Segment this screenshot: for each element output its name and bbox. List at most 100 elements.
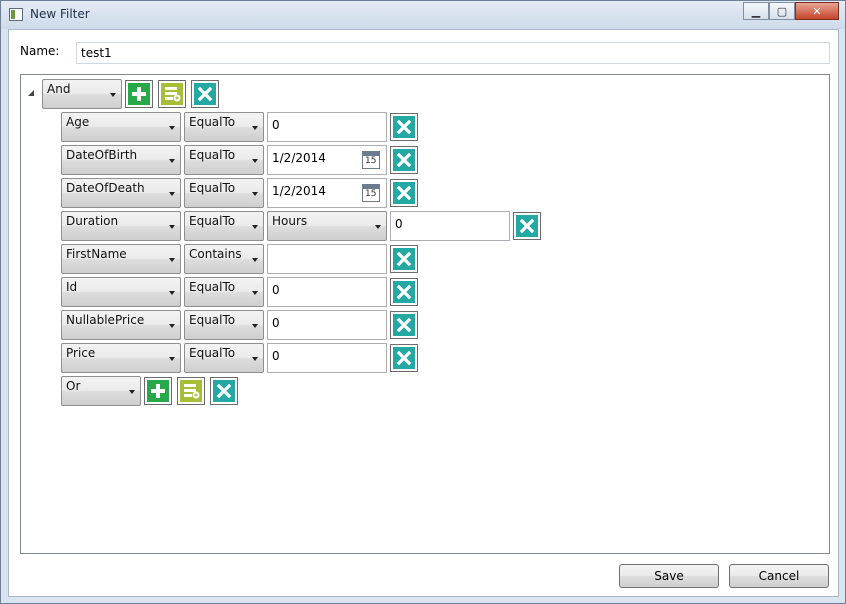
chevron-down-icon: [252, 258, 258, 262]
chevron-down-icon: [169, 258, 175, 262]
remove-condition-button[interactable]: [390, 245, 418, 273]
condition-field-select[interactable]: Id: [61, 277, 181, 307]
chevron-down-icon: [375, 225, 381, 229]
chevron-down-icon: [169, 291, 175, 295]
close-icon: [396, 185, 412, 201]
maximize-icon: ▢: [776, 4, 788, 18]
minimize-button[interactable]: ▁: [743, 2, 769, 20]
calendar-day-text: 15: [365, 156, 377, 166]
plus-icon: [132, 87, 146, 101]
condition-field-select[interactable]: Price: [61, 343, 181, 373]
condition-operator-select[interactable]: EqualTo: [184, 343, 264, 373]
condition-operator-select[interactable]: EqualTo: [184, 211, 264, 241]
date-picker-input[interactable]: 1/2/2014 15: [267, 145, 387, 175]
condition-operator-select[interactable]: EqualTo: [184, 112, 264, 142]
name-label: Name:: [20, 44, 60, 58]
save-button[interactable]: Save: [619, 564, 719, 588]
condition-value-input[interactable]: [267, 244, 387, 274]
chevron-down-icon: [169, 225, 175, 229]
close-icon: [396, 152, 412, 168]
name-input[interactable]: [76, 42, 830, 64]
add-condition-button[interactable]: [125, 80, 153, 108]
window-app-icon: [9, 8, 23, 21]
caption-buttons: ▁ ▢ ✕: [743, 2, 839, 20]
close-icon: [519, 218, 535, 234]
remove-condition-button[interactable]: [390, 311, 418, 339]
close-icon: [396, 119, 412, 135]
condition-operator-select[interactable]: Contains: [184, 244, 264, 274]
remove-condition-button[interactable]: [390, 113, 418, 141]
add-group-button[interactable]: [177, 377, 205, 405]
condition-field-select[interactable]: Age: [61, 112, 181, 142]
condition-operator-select[interactable]: EqualTo: [184, 277, 264, 307]
condition-operator-value: EqualTo: [189, 115, 236, 129]
dialog-content: Name: And: [8, 29, 839, 597]
condition-value-input[interactable]: 0: [390, 211, 510, 241]
chevron-down-icon: [169, 126, 175, 130]
remove-condition-button[interactable]: [513, 212, 541, 240]
collapse-triangle-icon[interactable]: [27, 89, 35, 97]
close-icon: [396, 350, 412, 366]
condition-field-value: DateOfBirth: [66, 148, 138, 162]
chevron-down-icon: [110, 93, 116, 97]
condition-field-select[interactable]: Duration: [61, 211, 181, 241]
condition-operator-value: EqualTo: [189, 280, 236, 294]
condition-field-select[interactable]: FirstName: [61, 244, 181, 274]
condition-value-input[interactable]: 0: [267, 310, 387, 340]
condition-field-value: Price: [66, 346, 96, 360]
condition-operator-value: EqualTo: [189, 214, 236, 228]
title-bar[interactable]: New Filter ▁ ▢ ✕: [1, 1, 845, 29]
condition-value-input[interactable]: 0: [267, 112, 387, 142]
close-icon: [396, 284, 412, 300]
calendar-icon[interactable]: 15: [362, 184, 380, 202]
sub-group-operator-select[interactable]: Or: [61, 376, 141, 406]
remove-group-button[interactable]: [210, 377, 238, 405]
new-filter-window: New Filter ▁ ▢ ✕ Name: And: [0, 0, 846, 604]
condition-operator-value: EqualTo: [189, 181, 236, 195]
window-title: New Filter: [30, 7, 90, 21]
root-group-operator-value: And: [47, 82, 71, 96]
duration-unit-select[interactable]: Hours: [267, 211, 387, 241]
close-icon: [396, 251, 412, 267]
chevron-down-icon: [169, 192, 175, 196]
condition-field-value: Age: [66, 115, 90, 129]
remove-condition-button[interactable]: [390, 278, 418, 306]
condition-operator-value: EqualTo: [189, 148, 236, 162]
duration-unit-value: Hours: [272, 214, 308, 228]
chevron-down-icon: [169, 159, 175, 163]
plus-icon: [151, 384, 165, 398]
chevron-down-icon: [252, 291, 258, 295]
condition-field-select[interactable]: DateOfDeath: [61, 178, 181, 208]
chevron-down-icon: [252, 192, 258, 196]
calendar-icon[interactable]: 15: [362, 151, 380, 169]
close-icon: [216, 383, 232, 399]
condition-operator-select[interactable]: EqualTo: [184, 145, 264, 175]
condition-operator-value: Contains: [189, 247, 242, 261]
condition-field-select[interactable]: NullablePrice: [61, 310, 181, 340]
sub-group-operator-value: Or: [66, 379, 81, 393]
cancel-button[interactable]: Cancel: [729, 564, 829, 588]
condition-value-input[interactable]: 0: [267, 343, 387, 373]
condition-operator-value: EqualTo: [189, 346, 236, 360]
date-value-text: 1/2/2014: [272, 151, 326, 165]
condition-field-select[interactable]: DateOfBirth: [61, 145, 181, 175]
minimize-icon: ▁: [751, 4, 761, 18]
condition-field-value: FirstName: [66, 247, 127, 261]
condition-value-text: 0: [395, 217, 403, 231]
condition-operator-select[interactable]: EqualTo: [184, 178, 264, 208]
date-picker-input[interactable]: 1/2/2014 15: [267, 178, 387, 208]
remove-group-button[interactable]: [191, 80, 219, 108]
condition-value-input[interactable]: 0: [267, 277, 387, 307]
condition-value-text: 0: [272, 316, 280, 330]
root-group-operator-select[interactable]: And: [42, 79, 122, 109]
remove-condition-button[interactable]: [390, 146, 418, 174]
add-group-button[interactable]: [158, 80, 186, 108]
maximize-button[interactable]: ▢: [769, 2, 795, 20]
remove-condition-button[interactable]: [390, 179, 418, 207]
remove-condition-button[interactable]: [390, 344, 418, 372]
close-window-button[interactable]: ✕: [795, 2, 839, 20]
add-condition-button[interactable]: [144, 377, 172, 405]
condition-operator-select[interactable]: EqualTo: [184, 310, 264, 340]
add-group-icon: [184, 384, 200, 399]
chevron-down-icon: [252, 357, 258, 361]
